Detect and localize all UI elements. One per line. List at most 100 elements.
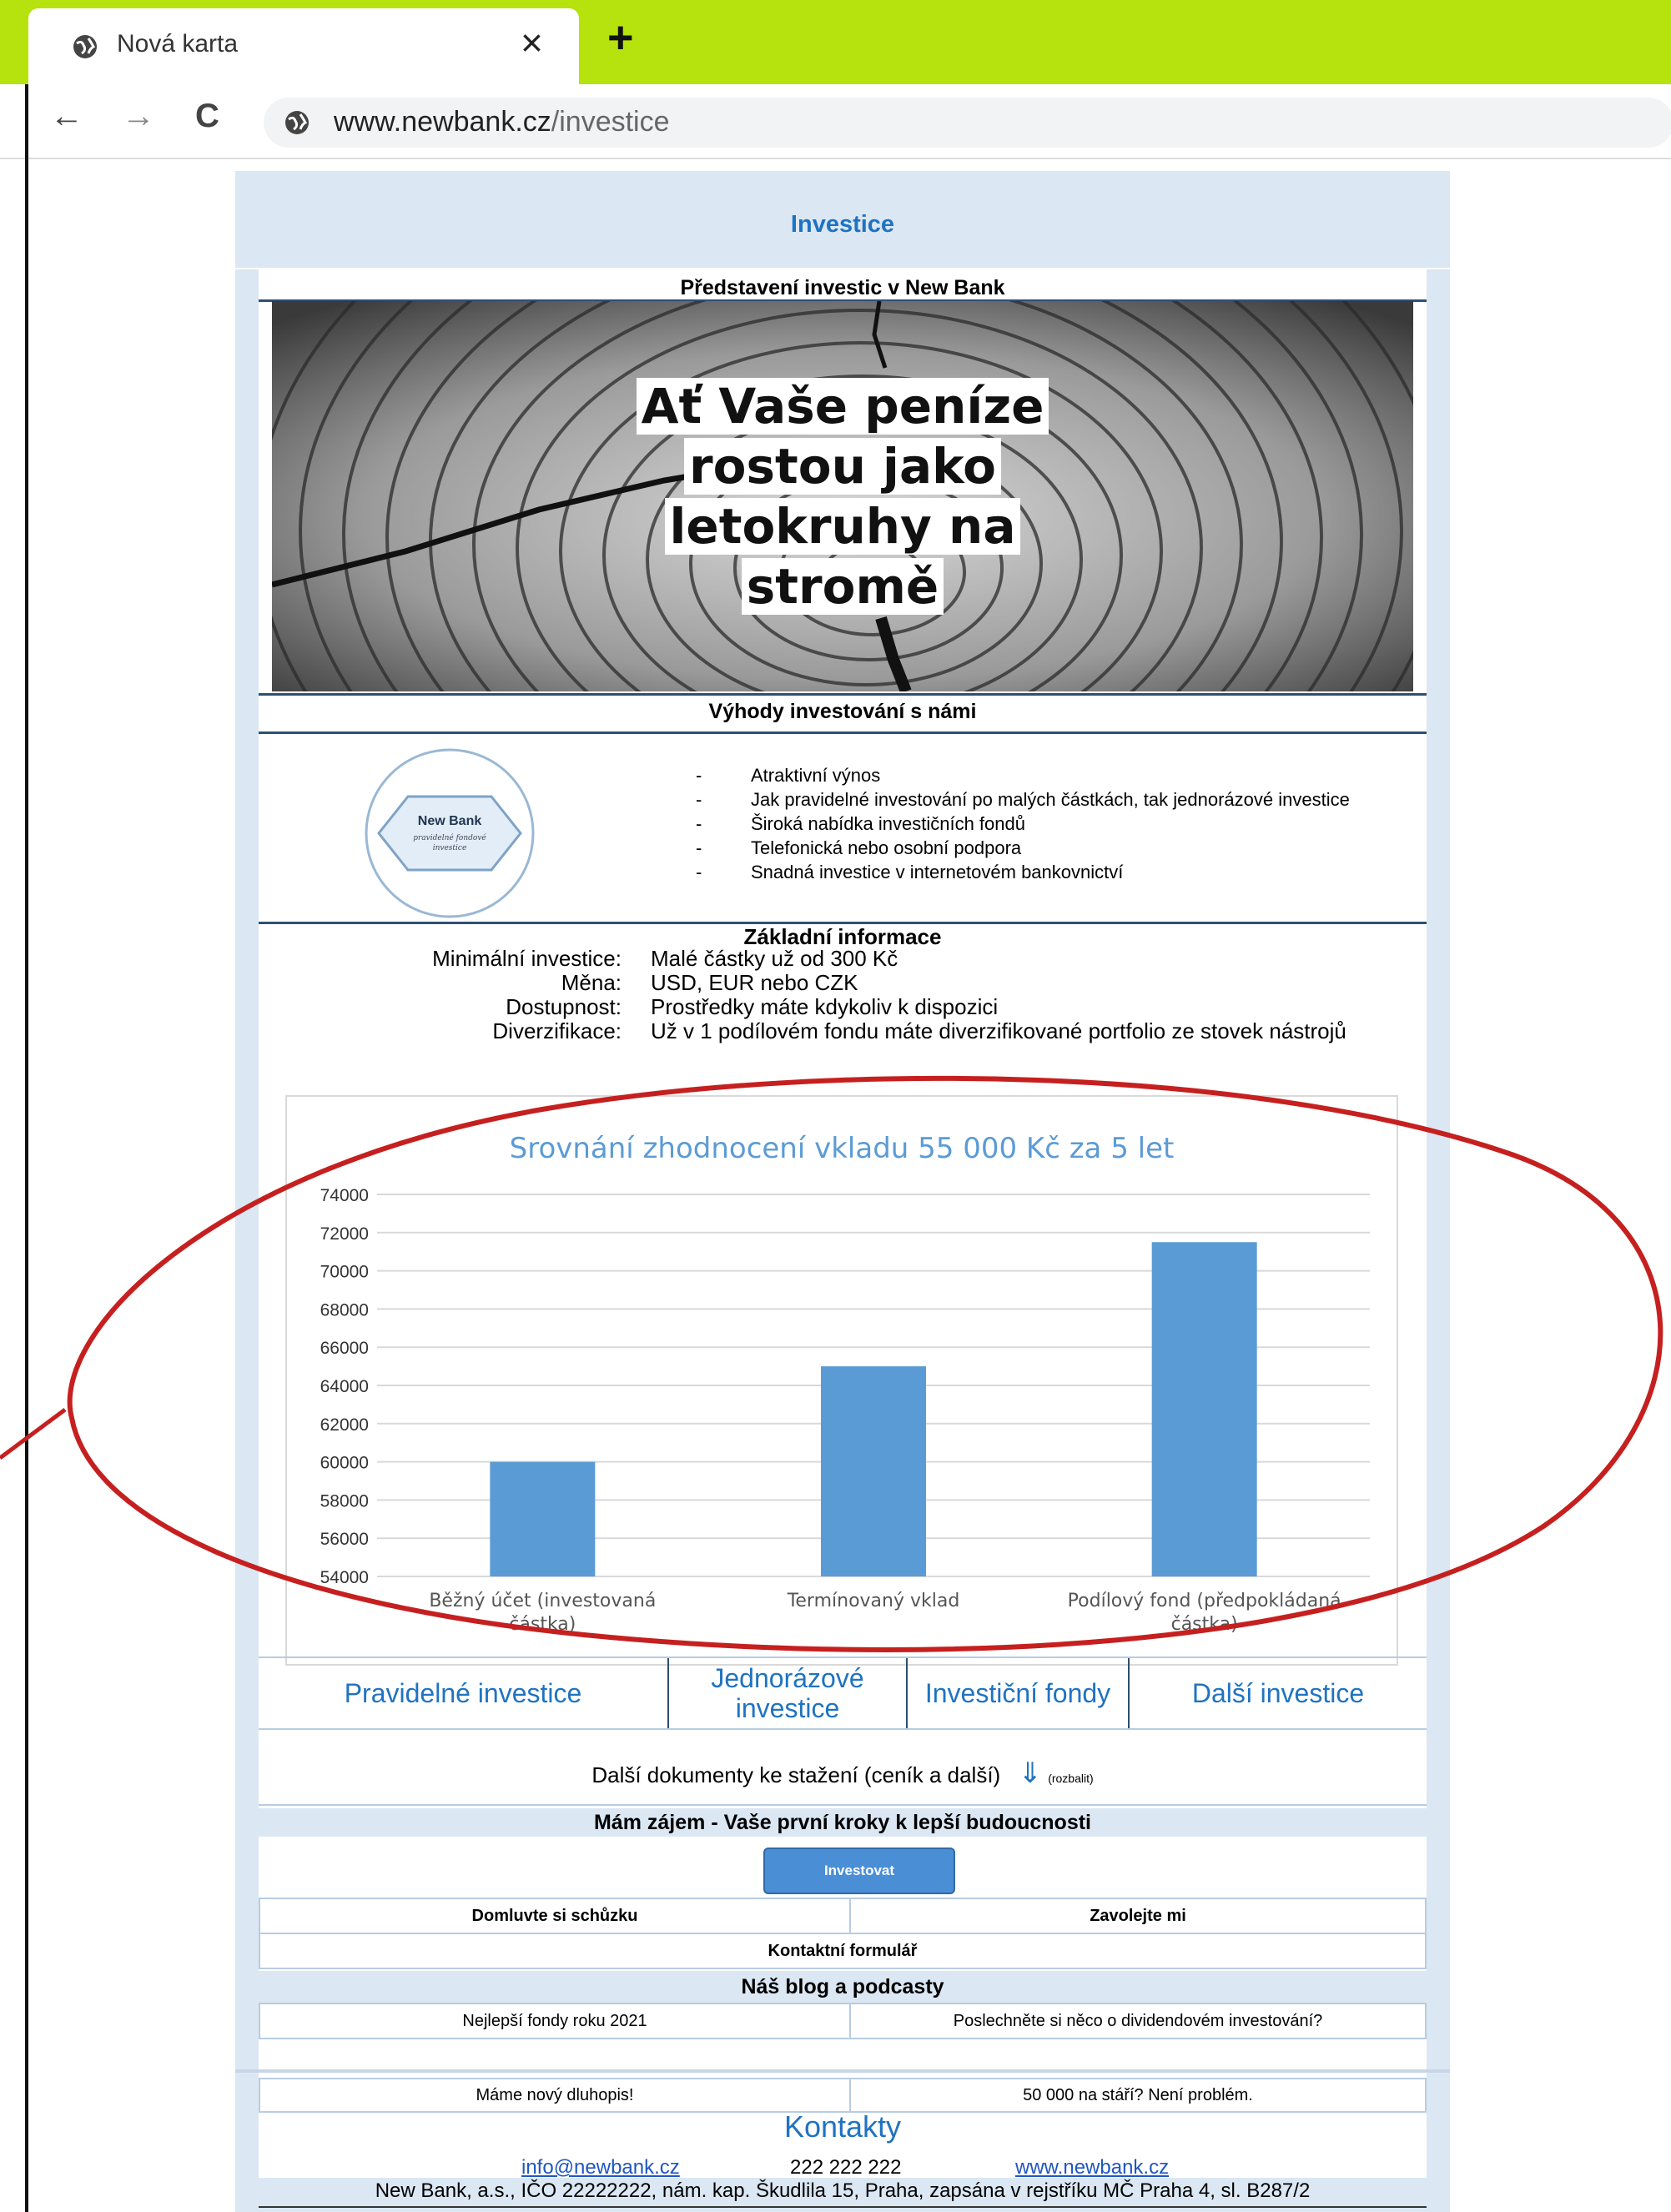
- forward-arrow-icon[interactable]: →: [122, 99, 155, 133]
- info-row: Diverzifikace: Už v 1 podílovém fondu má…: [235, 1019, 1450, 1043]
- downloads-row: Další dokumenty ke stažení (ceník a dalš…: [235, 1757, 1450, 1790]
- expand-toggle[interactable]: (rozbalit): [1048, 1772, 1093, 1785]
- info-row: Minimální investice: Malé částky už od 3…: [235, 947, 1450, 971]
- blog-link[interactable]: Máme nový dluhopis!: [259, 2078, 851, 2113]
- benefits-list: Atraktivní výnos Jak pravidelné investov…: [696, 763, 1350, 884]
- globe-icon: [285, 111, 309, 134]
- page-title: Investice: [790, 211, 895, 238]
- call-me-button[interactable]: Zavolejte mi: [849, 1898, 1427, 1934]
- email-link[interactable]: info@newbank.cz: [521, 2156, 680, 2179]
- url-text: www.newbank.cz/investice: [334, 106, 670, 138]
- footer-text: New Bank, a.s., IČO 22222222, nám. kap. …: [375, 2179, 1311, 2202]
- y-tick-label: 62000: [320, 1415, 369, 1435]
- bar: [821, 1366, 926, 1576]
- divider: [259, 1728, 1427, 1730]
- logo-name: New Bank: [418, 814, 482, 828]
- url-path: /investice: [551, 106, 670, 138]
- info-label: Měna:: [561, 970, 622, 995]
- tab-strip: Nová karta × +: [0, 0, 1671, 84]
- website-link[interactable]: www.newbank.cz: [1015, 2156, 1169, 2179]
- page-content: Investice Představení investic v New Ban…: [235, 171, 1450, 2212]
- x-tick-label: Termínovaný vklad: [787, 1591, 960, 1611]
- y-tick-label: 66000: [320, 1339, 369, 1358]
- reload-icon[interactable]: C: [195, 99, 219, 133]
- benefits-heading: Výhody investování s námi: [708, 700, 977, 723]
- contact-form-button[interactable]: Kontaktní formulář: [259, 1933, 1427, 1969]
- tab-title: Nová karta: [117, 30, 239, 58]
- browser-chrome: Nová karta × + ← → C www.newbank.cz/inve…: [0, 0, 1671, 159]
- y-tick-label: 70000: [320, 1263, 369, 1282]
- logo-tagline: pravidelné fondové: [413, 833, 486, 842]
- interest-heading: Mám zájem - Vaše první kroky k lepší bud…: [259, 1808, 1427, 1837]
- list-item: Atraktivní výnos: [696, 763, 1350, 787]
- browser-tab[interactable]: Nová karta ×: [28, 8, 579, 84]
- expand-arrow-icon[interactable]: ⇓: [1018, 1757, 1042, 1789]
- close-icon[interactable]: ×: [521, 23, 543, 62]
- y-tick-label: 64000: [320, 1377, 369, 1396]
- blog-heading: Náš blog a podcasty: [259, 1971, 1427, 2003]
- intro-heading: Představení investic v New Bank: [680, 276, 1005, 299]
- divider: [259, 731, 1427, 734]
- blog-link[interactable]: 50 000 na stáří? Není problém.: [849, 2078, 1427, 2113]
- hero-line: Ať Vaše peníze: [636, 378, 1049, 435]
- divider: [259, 1804, 1427, 1806]
- hero-line: rostou jako: [684, 438, 1001, 495]
- divider: [235, 268, 259, 269]
- divider: [1427, 268, 1450, 269]
- url-domain: www.newbank.cz: [334, 106, 551, 138]
- info-label: Diverzifikace:: [492, 1018, 622, 1043]
- info-row: Dostupnost: Prostředky máte kdykoliv k d…: [235, 995, 1450, 1019]
- annotation-pointer: [0, 1407, 67, 1460]
- info-row: Měna: USD, EUR nebo CZK: [235, 971, 1450, 995]
- link-other-investments[interactable]: Další investice: [1130, 1658, 1427, 1728]
- logo-tagline: investice: [433, 844, 467, 852]
- address-bar[interactable]: www.newbank.cz/investice: [264, 98, 1671, 148]
- schedule-meeting-button[interactable]: Domluvte si schůzku: [259, 1898, 851, 1934]
- blog-link[interactable]: Nejlepší fondy roku 2021: [259, 2003, 851, 2039]
- investment-links: Pravidelné investice Jednorázové investi…: [259, 1658, 1427, 1728]
- phone-number: 222 222 222: [790, 2156, 902, 2179]
- divider: [235, 2069, 1450, 2073]
- y-tick-label: 60000: [320, 1454, 369, 1473]
- list-item: Jak pravidelné investování po malých čás…: [696, 787, 1350, 812]
- downloads-label: Další dokumenty ke stažení (ceník a dalš…: [591, 1762, 1001, 1787]
- y-tick-label: 72000: [320, 1224, 369, 1244]
- list-item: Telefonická nebo osobní podpora: [696, 836, 1350, 860]
- back-arrow-icon[interactable]: ←: [50, 99, 83, 133]
- x-tick-label: částka): [509, 1614, 576, 1635]
- y-tick-label: 56000: [320, 1530, 369, 1549]
- x-tick-label: částka): [1171, 1614, 1238, 1635]
- hero-line: letokruhy na: [664, 498, 1021, 555]
- link-investment-funds[interactable]: Investiční fondy: [908, 1658, 1128, 1728]
- bar: [1151, 1242, 1257, 1576]
- info-value: Prostředky máte kdykoliv k dispozici: [651, 994, 999, 1019]
- x-tick-label: Podílový fond (předpokládaná: [1068, 1591, 1341, 1611]
- hero-line: stromě: [741, 558, 944, 615]
- info-value: Už v 1 podílovém fondu máte diverzifikov…: [651, 1018, 1346, 1043]
- list-item: Snadná investice v internetovém bankovni…: [696, 860, 1350, 884]
- invest-button[interactable]: Investovat: [763, 1848, 955, 1894]
- bar: [490, 1461, 596, 1576]
- info-label: Dostupnost:: [506, 994, 622, 1019]
- y-tick-label: 74000: [320, 1186, 369, 1205]
- chart-plot: 54000 56000 58000 60000 62000 64000 66000 68000…: [320, 1186, 1370, 1635]
- link-regular-investment[interactable]: Pravidelné investice: [259, 1658, 667, 1728]
- globe-icon: [73, 35, 97, 58]
- podcast-link[interactable]: Poslechněte si něco o dividendovém inves…: [849, 2003, 1427, 2039]
- comparison-chart: Srovnání zhodnocení vkladu 55 000 Kč za …: [285, 1095, 1398, 1666]
- y-tick-label: 68000: [320, 1300, 369, 1320]
- navigation-bar: ← → C www.newbank.cz/investice: [0, 84, 1671, 159]
- y-tick-label: 58000: [320, 1491, 369, 1511]
- link-one-time-investment[interactable]: Jednorázové investice: [669, 1658, 906, 1728]
- hero-headline: Ať Vaše peníze rostou jako letokruhy na …: [272, 376, 1413, 616]
- divider: [259, 693, 1427, 696]
- hero-image: Ať Vaše peníze rostou jako letokruhy na …: [272, 301, 1413, 691]
- list-item: Široká nabídka investičních fondů: [696, 812, 1350, 836]
- new-tab-icon[interactable]: +: [607, 15, 634, 60]
- x-tick-label: Běžný účet (investovaná: [429, 1591, 656, 1611]
- info-label: Minimální investice:: [432, 946, 622, 971]
- y-tick-label: 54000: [320, 1568, 369, 1587]
- window-edge: [25, 84, 28, 2212]
- divider: [259, 2206, 1427, 2208]
- info-value: Malé částky už od 300 Kč: [651, 946, 898, 971]
